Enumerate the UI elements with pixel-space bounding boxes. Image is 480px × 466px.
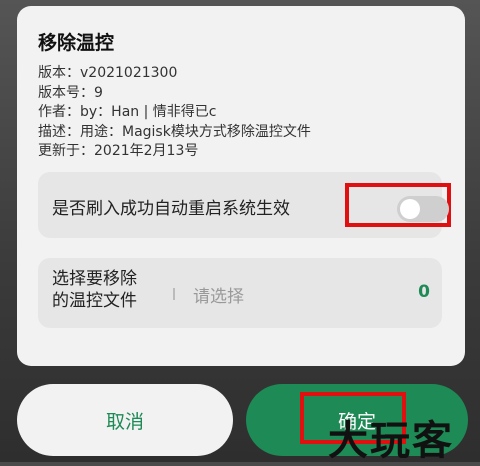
select-separator <box>173 288 175 300</box>
select-placeholder[interactable]: 请选择 <box>193 282 244 307</box>
reboot-option-card[interactable]: 是否刷入成功自动重启系统生效 <box>38 172 451 238</box>
thermal-file-select-card[interactable]: 选择要移除 的温控文件 请选择 0 <box>38 258 442 328</box>
info-author: 作者：by：Han | 情非得已c <box>38 104 217 120</box>
select-label: 选择要移除 的温控文件 <box>52 268 137 312</box>
info-version: 版本：v2021021300 <box>38 65 178 81</box>
reboot-option-label: 是否刷入成功自动重启系统生效 <box>52 199 290 219</box>
toggle-knob <box>400 199 420 219</box>
select-label-line2: 的温控文件 <box>52 291 137 311</box>
dialog-title: 移除温控 <box>38 32 115 54</box>
module-info: 版本：v2021021300 版本号：9 作者：by：Han | 情非得已c 描… <box>38 64 311 162</box>
info-updated: 更新于：2021年2月13号 <box>38 143 199 159</box>
info-description: 描述：用途：Magisk模块方式移除温控文件 <box>38 123 311 140</box>
selected-count: 0 <box>418 282 430 302</box>
watermark-text: 大玩客 <box>328 418 454 464</box>
reboot-toggle[interactable] <box>397 196 449 222</box>
info-version-code: 版本号：9 <box>38 84 103 101</box>
remove-thermal-dialog: 移除温控 版本：v2021021300 版本号：9 作者：by：Han | 情非… <box>17 6 465 366</box>
cancel-button[interactable]: 取消 <box>17 384 233 456</box>
select-label-line1: 选择要移除 <box>52 269 137 289</box>
